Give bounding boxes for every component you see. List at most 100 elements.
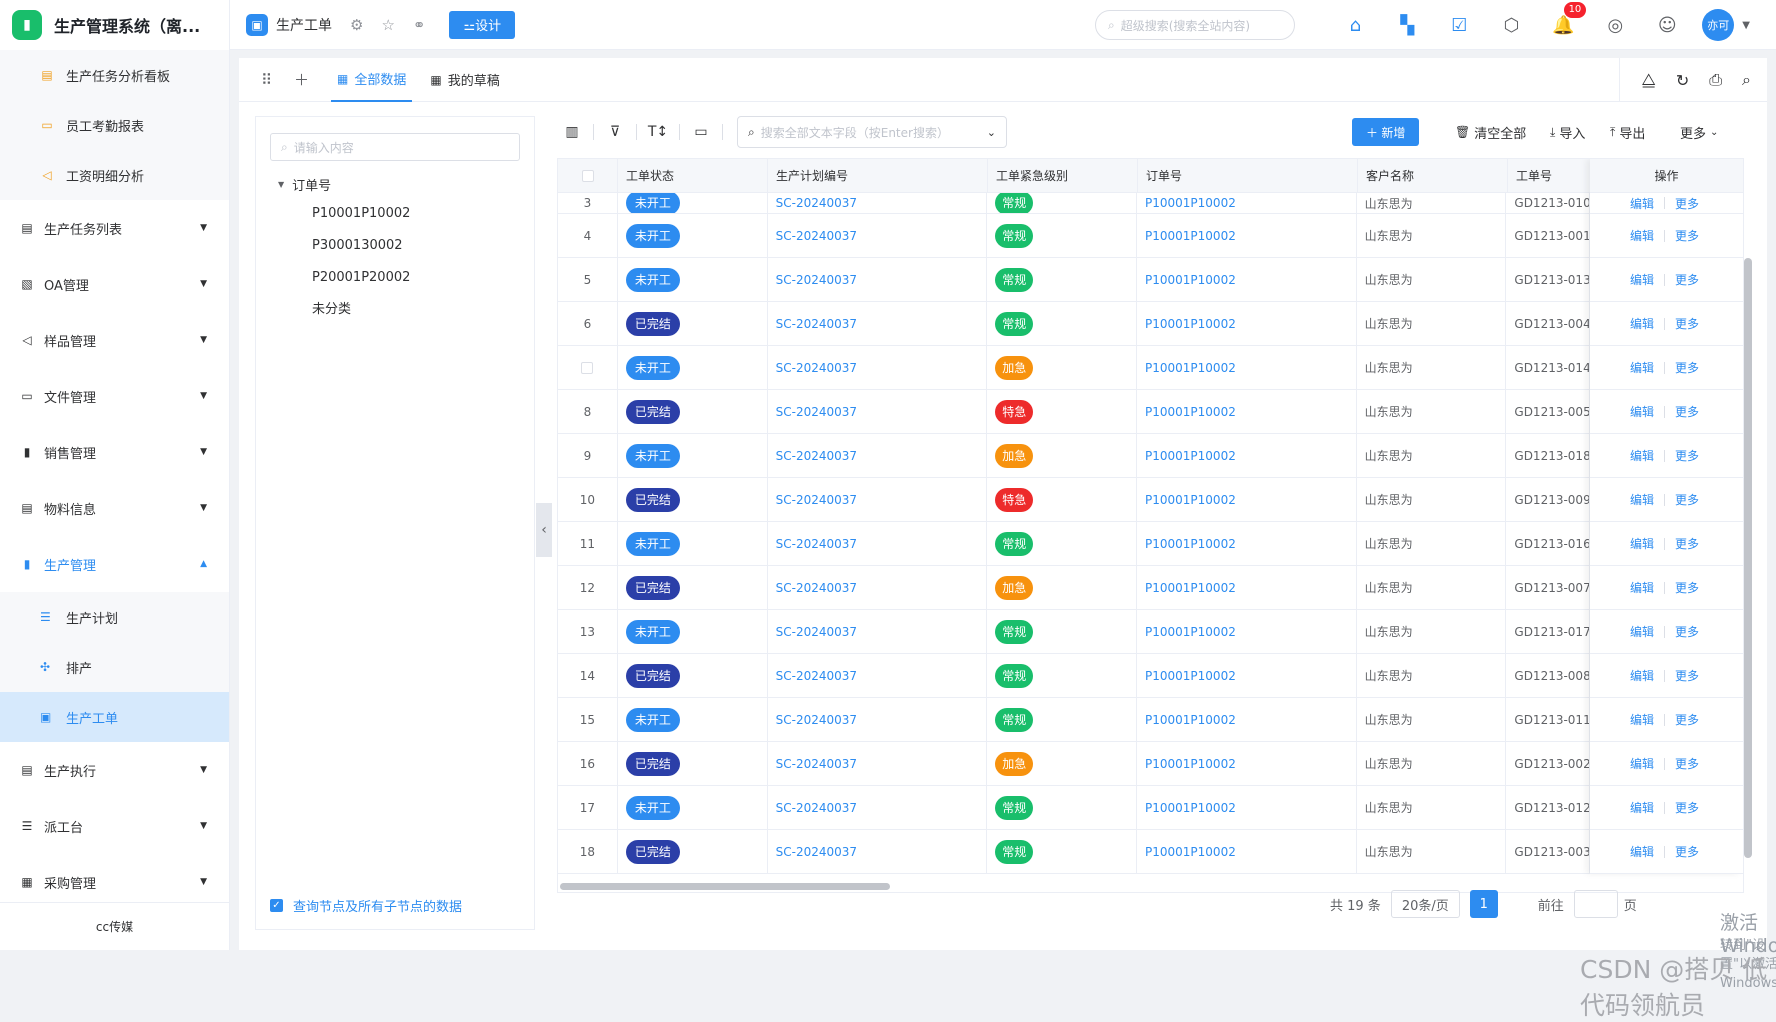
table-row[interactable]: 8已完结SC-20240037特急P10001P10002山东思为GD1213-… [558,390,1743,434]
plan-no-link[interactable]: SC-20240037 [768,654,988,697]
order-no-link[interactable]: P10001P10002 [1137,830,1357,873]
star-icon[interactable]: ☆ [381,16,394,34]
plan-no-link[interactable]: SC-20240037 [768,698,988,741]
plan-no-link[interactable]: SC-20240037 [768,610,988,653]
order-no-link[interactable]: P10001P10002 [1137,522,1357,565]
row-height-icon[interactable]: ▭ [686,124,716,140]
sidebar-item-execution[interactable]: ▤生产执行▼ [0,742,229,798]
page-size-select[interactable]: 20条/页 [1391,890,1460,918]
edit-link[interactable]: 编辑 [1630,227,1654,244]
more-link[interactable]: 更多 [1675,403,1699,420]
plan-no-link[interactable]: SC-20240037 [768,478,988,521]
more-link[interactable]: 更多 [1675,799,1699,816]
bell-icon[interactable]: 🔔10 [1546,8,1580,42]
table-row[interactable]: 6已完结SC-20240037常规P10001P10002山东思为GD1213-… [558,302,1743,346]
sidebar-item-samples[interactable]: ◁样品管理▼ [0,312,229,368]
order-no-link[interactable]: P10001P10002 [1137,390,1357,433]
table-row[interactable]: 4未开工SC-20240037常规P10001P10002山东思为GD1213-… [558,214,1743,258]
row-checkbox[interactable] [558,346,618,389]
sidebar-item-salary-analysis[interactable]: ◁工资明细分析 [0,150,229,200]
fields-icon[interactable]: ▥ [557,124,587,140]
more-link[interactable]: 更多 [1675,195,1699,212]
order-no-link[interactable]: P10001P10002 [1137,346,1357,389]
table-row[interactable]: 13未开工SC-20240037常规P10001P10002山东思为GD1213… [558,610,1743,654]
table-row[interactable]: 16已完结SC-20240037加急P10001P10002山东思为GD1213… [558,742,1743,786]
sidebar-item-materials[interactable]: ▤物料信息▼ [0,480,229,536]
table-row[interactable]: 18已完结SC-20240037常规P10001P10002山东思为GD1213… [558,830,1743,874]
drag-handle-icon[interactable]: ⠿ [261,71,272,89]
order-no-link[interactable]: P10001P10002 [1137,698,1357,741]
more-link[interactable]: 更多 [1675,447,1699,464]
edit-link[interactable]: 编辑 [1630,403,1654,420]
edit-link[interactable]: 编辑 [1630,315,1654,332]
more-link[interactable]: 更多 [1675,491,1699,508]
sidebar-item-production-plan[interactable]: ☰生产计划 [0,592,229,642]
table-row[interactable]: 未开工SC-20240037加急P10001P10002山东思为GD1213-0… [558,346,1743,390]
compass-icon[interactable]: ◎ [1598,8,1632,42]
link-icon[interactable]: ⚭ [413,16,426,34]
sidebar-item-scheduling[interactable]: ✣排产 [0,642,229,692]
edit-link[interactable]: 编辑 [1630,667,1654,684]
clear-all-button[interactable]: 🗑清空全部 [1455,123,1526,142]
table-row[interactable]: 12已完结SC-20240037加急P10001P10002山东思为GD1213… [558,566,1743,610]
sidebar-item-dispatch[interactable]: ☰派工台▼ [0,798,229,854]
order-no-link[interactable]: P10001P10002 [1137,258,1357,301]
plan-no-link[interactable]: SC-20240037 [768,193,988,213]
edit-link[interactable]: 编辑 [1630,579,1654,596]
sidebar-item-files[interactable]: ▭文件管理▼ [0,368,229,424]
edit-link[interactable]: 编辑 [1630,271,1654,288]
more-link[interactable]: 更多 [1675,227,1699,244]
avatar[interactable]: 亦可 [1702,9,1734,41]
plan-no-link[interactable]: SC-20240037 [768,742,988,785]
edit-link[interactable]: 编辑 [1630,711,1654,728]
table-row[interactable]: 10已完结SC-20240037特急P10001P10002山东思为GD1213… [558,478,1743,522]
order-no-link[interactable]: P10001P10002 [1137,478,1357,521]
order-no-link[interactable]: P10001P10002 [1137,610,1357,653]
collapse-panel-handle[interactable]: ‹ [536,503,552,557]
edit-link[interactable]: 编辑 [1630,755,1654,772]
table-row[interactable]: 3未开工SC-20240037常规P10001P10002山东思为GD1213-… [558,193,1743,214]
hexagon-icon[interactable]: ⬡ [1494,8,1528,42]
sidebar-item-work-order[interactable]: ▣生产工单 [0,692,229,742]
design-button[interactable]: ⚍设计 [449,11,515,39]
plan-no-link[interactable]: SC-20240037 [768,522,988,565]
plan-no-link[interactable]: SC-20240037 [768,434,988,477]
add-button[interactable]: ＋ 新增 [1352,118,1419,146]
more-link[interactable]: 更多 [1675,535,1699,552]
share-icon[interactable]: ⧋ [1642,70,1656,90]
sidebar-item-task-list[interactable]: ▤生产任务列表▼ [0,200,229,256]
edit-link[interactable]: 编辑 [1630,535,1654,552]
order-no-link[interactable]: P10001P10002 [1137,434,1357,477]
sidebar-item-production[interactable]: ▮生产管理▲ [0,536,229,592]
plan-no-link[interactable]: SC-20240037 [768,214,988,257]
more-link[interactable]: 更多 [1675,359,1699,376]
export-button[interactable]: ⤒导出 [1610,123,1645,142]
more-link[interactable]: 更多 [1675,843,1699,860]
plan-no-link[interactable]: SC-20240037 [768,786,988,829]
tree-node[interactable]: P3000130002 [312,230,534,262]
plan-no-link[interactable]: SC-20240037 [768,566,988,609]
edit-link[interactable]: 编辑 [1630,799,1654,816]
edit-link[interactable]: 编辑 [1630,843,1654,860]
order-no-link[interactable]: P10001P10002 [1137,566,1357,609]
select-all-checkbox[interactable] [558,159,618,193]
header-ticket-no[interactable]: 工单号 [1508,159,1592,193]
sort-icon[interactable]: T↕ [643,124,673,140]
tab-all-data[interactable]: ▦全部数据 [331,58,412,102]
order-no-link[interactable]: P10001P10002 [1137,302,1357,345]
header-customer[interactable]: 客户名称 [1358,159,1508,193]
order-no-link[interactable]: P10001P10002 [1137,214,1357,257]
plan-no-link[interactable]: SC-20240037 [768,830,988,873]
plan-no-link[interactable]: SC-20240037 [768,302,988,345]
sidebar-item-task-dashboard[interactable]: ▤生产任务分析看板 [0,50,229,100]
table-row[interactable]: 14已完结SC-20240037常规P10001P10002山东思为GD1213… [558,654,1743,698]
edit-link[interactable]: 编辑 [1630,491,1654,508]
more-link[interactable]: 更多 [1675,667,1699,684]
sidebar-item-attendance-report[interactable]: ▭员工考勤报表 [0,100,229,150]
chevron-down-icon[interactable]: ⌄ [987,126,996,139]
filter-icon[interactable]: ⊽ [600,124,630,140]
plan-no-link[interactable]: SC-20240037 [768,390,988,433]
plan-no-link[interactable]: SC-20240037 [768,258,988,301]
tree-node[interactable]: P20001P20002 [312,262,534,294]
include-children-checkbox[interactable]: ✓ 查询节点及所有子节点的数据 [270,896,462,915]
